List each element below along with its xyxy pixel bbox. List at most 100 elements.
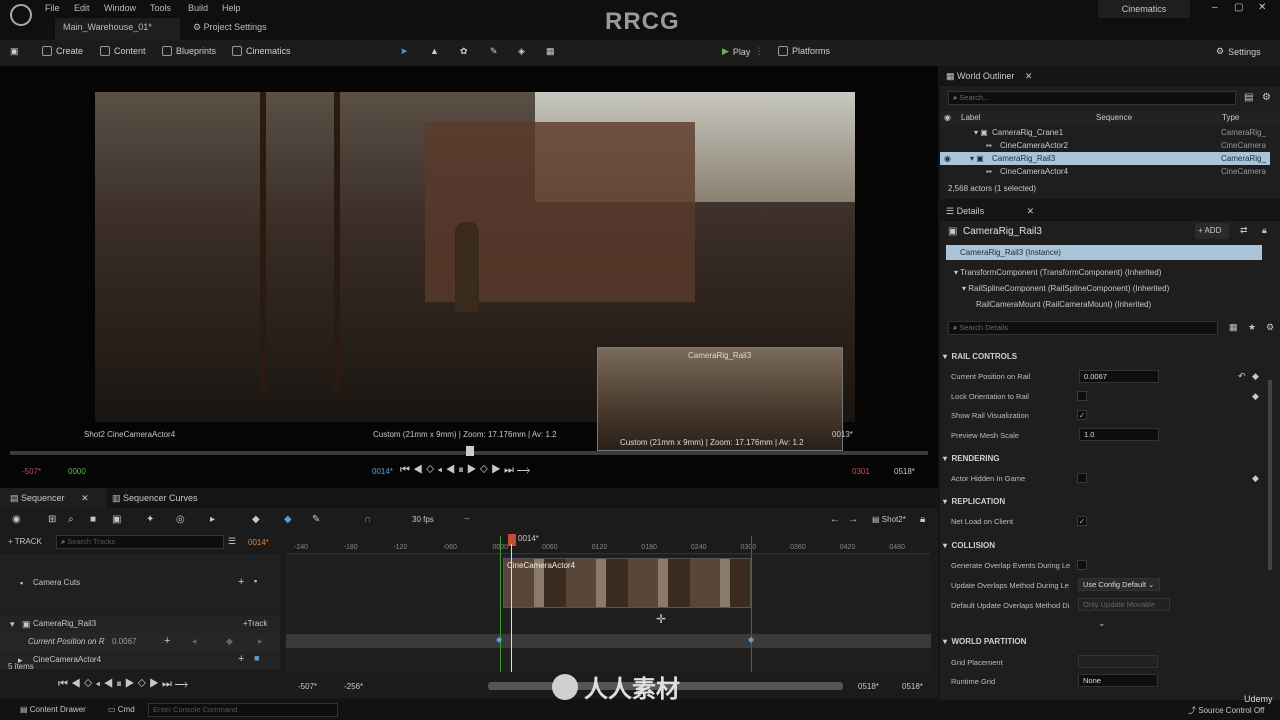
lock-orientation-checkbox[interactable]	[1077, 391, 1087, 401]
blueprint-icon[interactable]: ⇄	[1240, 225, 1248, 236]
forward-arrow-icon[interactable]: →	[848, 514, 858, 525]
tab-project-settings[interactable]: ⚙ Project Settings	[185, 18, 275, 40]
menu-help[interactable]: Help	[222, 3, 241, 13]
section-replication[interactable]: ▾ REPLICATION	[943, 497, 1005, 506]
track-param[interactable]: Current Position on R 0.0067 + ◂ ◆ ▸	[0, 633, 280, 651]
next-key-icon[interactable]: ▸	[258, 636, 263, 647]
key-icon[interactable]: ◆	[252, 514, 260, 525]
create-button[interactable]: Create	[42, 46, 83, 56]
update-overlaps-select[interactable]: Use Config Default ⌄	[1078, 578, 1160, 591]
view-start-2[interactable]: -256*	[344, 682, 363, 691]
keyframe-icon[interactable]: ◆	[496, 635, 502, 644]
camera-icon[interactable]: ■	[90, 514, 96, 525]
source-control-button[interactable]: ⤴ Source Control Off	[1188, 705, 1264, 716]
menu-tools[interactable]: Tools	[150, 3, 171, 13]
modeling-icon[interactable]: ◈	[518, 46, 525, 57]
show-rail-checkbox[interactable]: ✓	[1077, 410, 1087, 420]
menu-window[interactable]: Window	[104, 3, 136, 13]
timeline-ruler[interactable]: -240-180-120-060000000600120018002400300…	[286, 544, 931, 554]
back-arrow-icon[interactable]: ←	[830, 514, 840, 525]
outliner-row[interactable]: ▪▪ CineCameraActor4 CineCamera	[940, 165, 1280, 178]
visibility-icon[interactable]: ◉	[944, 113, 951, 122]
track-camera-rig[interactable]: ▾ ▣ CameraRig_Rail3 +Track	[0, 615, 280, 633]
keyframe-icon[interactable]: ◆	[748, 635, 754, 644]
grid-placement-select[interactable]	[1078, 655, 1158, 668]
curve-icon[interactable]: ~	[464, 514, 470, 525]
key-blue-icon[interactable]: ◆	[284, 514, 292, 525]
play-forward-icon[interactable]: ▶	[125, 678, 138, 690]
fracture-icon[interactable]: ▦	[546, 46, 555, 57]
generate-overlap-checkbox[interactable]	[1077, 560, 1087, 570]
playback-range-end[interactable]	[751, 536, 752, 672]
component-row[interactable]: RailCameraMount (RailCameraMount) (Inher…	[976, 300, 1151, 309]
expand-icon[interactable]: ▾	[10, 619, 15, 630]
star-icon[interactable]: ★	[1248, 322, 1256, 333]
tab-sequencer[interactable]: ▤ Sequencer ✕	[0, 488, 106, 508]
key-icon[interactable]: ◆	[226, 636, 233, 647]
col-sequence[interactable]: Sequence	[1096, 113, 1132, 122]
section-collision[interactable]: ▾ COLLISION	[943, 541, 995, 550]
view-end-2[interactable]: 0518*	[902, 682, 923, 691]
keyframe-icon[interactable]: ◆	[1252, 473, 1259, 484]
gear-icon[interactable]: ⚙	[1262, 92, 1271, 103]
select-mode-icon[interactable]: ➤	[400, 46, 408, 57]
tools-icon[interactable]: ✦	[146, 514, 154, 525]
reset-icon[interactable]: ↶	[1238, 371, 1246, 382]
world-icon[interactable]: ◉	[12, 514, 21, 525]
track-cine-camera[interactable]: ▸ CineCameraActor4 + ■	[0, 651, 280, 669]
lock-icon[interactable]: 🔒︎	[920, 514, 925, 525]
outliner-search[interactable]: ⌕ Search...	[948, 91, 1236, 105]
chevron-down-icon[interactable]: ⌄	[1098, 618, 1106, 629]
prev-key-icon[interactable]: ◂	[192, 636, 197, 647]
details-tab[interactable]: ☰ Details ✕	[946, 206, 1034, 217]
camera-icon[interactable]: ■	[254, 653, 259, 663]
outliner-tab[interactable]: ▦ World Outliner ✕	[946, 71, 1032, 82]
track-camera-cuts[interactable]: ▪ Camera Cuts + ▪	[0, 554, 280, 614]
component-row[interactable]: ▾ RailSplineComponent (RailSplineCompone…	[962, 284, 1169, 293]
col-type[interactable]: Type	[1222, 113, 1239, 122]
lock-icon[interactable]: 🔒︎	[1262, 225, 1267, 236]
next-key-icon[interactable]: ◇▶	[480, 464, 504, 476]
details-scrollbar[interactable]	[1268, 380, 1272, 570]
add-track-button[interactable]: +Track	[243, 619, 267, 628]
maximize-icon[interactable]: ▢	[1234, 2, 1243, 13]
section-rail-controls[interactable]: ▾ RAIL CONTROLS	[943, 352, 1017, 361]
platforms-button[interactable]: Platforms	[778, 46, 830, 56]
folder-add-icon[interactable]: ▤	[1244, 92, 1253, 103]
content-drawer-button[interactable]: ▤ Content Drawer	[20, 705, 86, 714]
close-icon[interactable]: ✕	[81, 493, 89, 503]
loop-icon[interactable]: ⟶	[517, 464, 533, 476]
mode-badge[interactable]: Cinematics	[1098, 0, 1190, 18]
outliner-row[interactable]: ▾ ▣ CameraRig_Crane1 CameraRig_	[940, 126, 1280, 139]
next-key-icon[interactable]: ◇▶	[138, 678, 162, 690]
pause-icon[interactable]: ⏸	[458, 464, 467, 476]
fps-label[interactable]: 30 fps	[412, 515, 434, 524]
section-rendering[interactable]: ▾ RENDERING	[943, 454, 999, 463]
add-track-icon[interactable]: ⊞	[48, 514, 56, 525]
play-forward-icon[interactable]: ▶	[467, 464, 480, 476]
net-load-checkbox[interactable]: ✓	[1077, 516, 1087, 526]
actor-hidden-checkbox[interactable]	[1077, 473, 1087, 483]
section-world-partition[interactable]: ▾ WORLD PARTITION	[943, 637, 1026, 646]
jump-end-icon[interactable]: ⏭	[162, 678, 175, 690]
outliner-row-selected[interactable]: ◉ ▾ ▣ CameraRig_Rail3 CameraRig_	[940, 152, 1270, 165]
pen-icon[interactable]: ✎	[312, 514, 320, 525]
keyframe-icon[interactable]: ◆	[1252, 371, 1259, 382]
render-icon[interactable]: ▣	[112, 514, 121, 525]
current-position-input[interactable]: 0.0067	[1079, 370, 1159, 383]
loop-icon[interactable]: ⟶	[175, 678, 191, 690]
close-icon[interactable]: ✕	[1258, 2, 1266, 13]
landscape-icon[interactable]: ▲	[430, 46, 439, 56]
param-value[interactable]: 0.0067	[112, 637, 136, 646]
tab-sequencer-curves[interactable]: ▥ Sequencer Curves	[112, 493, 198, 504]
track-search[interactable]: ⌕ Search Tracks	[56, 535, 224, 549]
settings-button[interactable]: ⚙ Settings	[1216, 46, 1261, 57]
pause-icon[interactable]: ⏸	[116, 678, 125, 690]
foliage-icon[interactable]: ✿	[460, 46, 468, 57]
play-reverse-icon[interactable]: ◀	[103, 678, 116, 690]
playhead[interactable]	[508, 534, 516, 546]
visibility-icon[interactable]: ◉	[944, 154, 951, 163]
blueprints-button[interactable]: Blueprints	[162, 46, 216, 56]
shot-breadcrumb[interactable]: ▤ Shot2*	[872, 515, 906, 524]
menu-build[interactable]: Build	[188, 3, 208, 13]
